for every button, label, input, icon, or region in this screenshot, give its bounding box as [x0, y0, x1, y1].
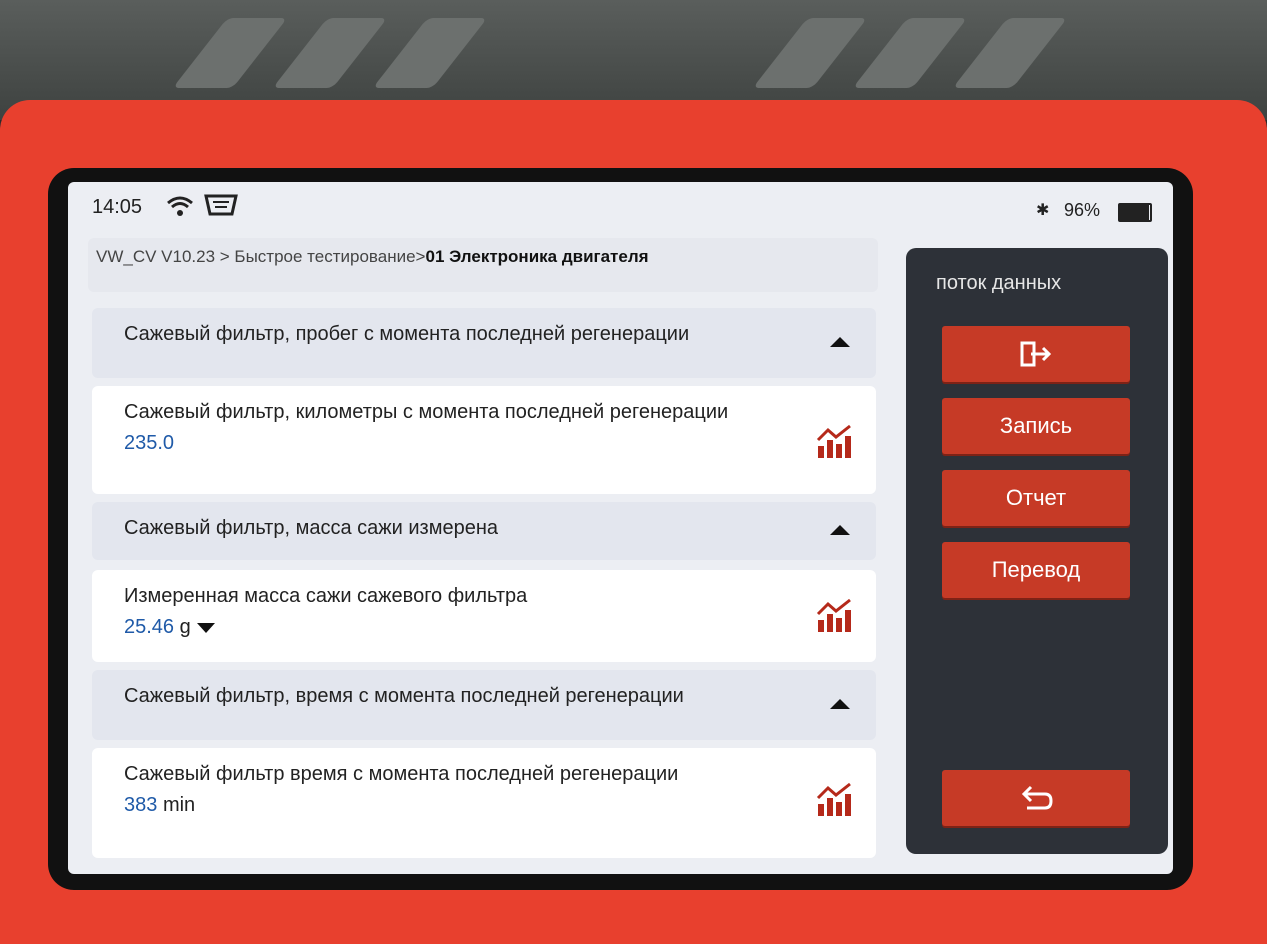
exit-button[interactable]: [942, 326, 1130, 382]
list-item[interactable]: Сажевый фильтр, километры с момента посл…: [92, 386, 876, 494]
list-group-header[interactable]: Сажевый фильтр, пробег с момента последн…: [92, 308, 876, 378]
list-group-header[interactable]: Сажевый фильтр, время с момента последне…: [92, 670, 876, 740]
list-group-header[interactable]: Сажевый фильтр, масса сажи измерена: [92, 502, 876, 560]
grip-ridge: [272, 18, 388, 88]
grip-ridge: [852, 18, 968, 88]
battery-fill: [1120, 205, 1149, 220]
collapse-triangle-icon[interactable]: [830, 699, 850, 709]
graph-icon[interactable]: [816, 424, 854, 460]
item-value: 383 min: [124, 794, 842, 817]
group-title: Сажевый фильтр, пробег с момента последн…: [124, 323, 690, 345]
back-button[interactable]: [942, 770, 1130, 826]
battery-percent: 96%: [1064, 200, 1101, 220]
collapse-triangle-icon[interactable]: [830, 337, 850, 347]
value-number: 25.46: [124, 616, 175, 638]
group-title: Сажевый фильтр, масса сажи измерена: [124, 517, 498, 539]
value-number: 383: [124, 794, 158, 816]
status-bar: 14:05 ✱ 96%: [68, 182, 1173, 238]
value-unit: g: [179, 616, 191, 638]
bluetooth-icon: ✱: [1036, 202, 1050, 219]
grip-ridge: [172, 18, 288, 88]
group-title: Сажевый фильтр, время с момента последне…: [124, 685, 684, 707]
breadcrumb-current: 01 Электроника двигателя: [425, 247, 649, 266]
graph-icon[interactable]: [816, 598, 854, 634]
grip-ridge: [372, 18, 488, 88]
wifi-icon: [166, 194, 194, 223]
value-unit: min: [162, 794, 196, 816]
back-arrow-icon: [1021, 785, 1053, 810]
grip-ridge: [752, 18, 868, 88]
list-item[interactable]: Измеренная масса сажи сажевого фильтра 2…: [92, 570, 876, 662]
clock: 14:05: [92, 196, 143, 218]
graph-icon[interactable]: [816, 782, 854, 818]
breadcrumb-path[interactable]: VW_CV V10.23 > Быстрое тестирование>: [96, 247, 425, 266]
report-button[interactable]: Отчет: [942, 470, 1130, 526]
item-title: Измеренная масса сажи сажевого фильтра: [124, 585, 528, 607]
data-stream-panel: поток данных Запись Отчет Перевод: [906, 248, 1168, 854]
record-button[interactable]: Запись: [942, 398, 1130, 454]
collapse-triangle-icon[interactable]: [830, 525, 850, 535]
vci-connector-icon: [204, 194, 238, 221]
grip-ridge: [952, 18, 1068, 88]
exit-icon: [1020, 341, 1052, 367]
item-value: 25.46 g: [124, 616, 842, 639]
panel-title: поток данных: [936, 272, 1062, 294]
breadcrumb: VW_CV V10.23 > Быстрое тестирование>01 Э…: [88, 238, 878, 292]
item-title: Сажевый фильтр, километры с момента посл…: [124, 401, 729, 423]
list-item[interactable]: Сажевый фильтр время с момента последней…: [92, 748, 876, 858]
translate-button[interactable]: Перевод: [942, 542, 1130, 598]
unit-dropdown-icon[interactable]: [196, 622, 215, 633]
item-title: Сажевый фильтр время с момента последней…: [124, 763, 679, 785]
screen: 14:05 ✱ 96% VW_CV V10.23 > Быстрое тести…: [68, 182, 1173, 874]
battery-icon: [1118, 203, 1152, 222]
item-value: 235.0: [124, 432, 842, 455]
value-number: 235.0: [124, 432, 175, 454]
